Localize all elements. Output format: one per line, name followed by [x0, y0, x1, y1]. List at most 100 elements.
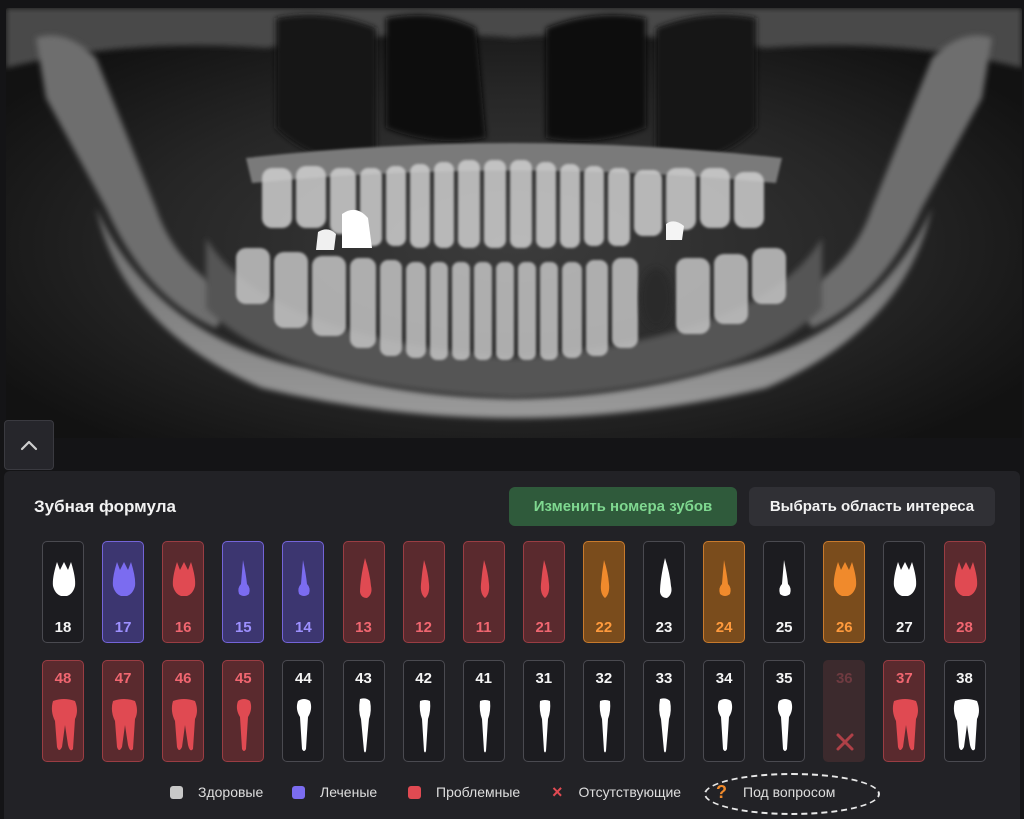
change-tooth-numbers-button[interactable]: Изменить номера зубов: [509, 487, 737, 526]
tooth-15[interactable]: 15: [222, 541, 265, 643]
tooth-21[interactable]: 21: [522, 541, 565, 643]
tooth-47[interactable]: 47: [102, 660, 145, 762]
molar-icon: [894, 562, 917, 596]
tooth-34[interactable]: 34: [703, 660, 746, 762]
select-region-of-interest-button[interactable]: Выбрать область интереса: [749, 487, 995, 526]
tooth-number: 44: [295, 670, 312, 687]
canine-icon: [359, 558, 371, 598]
tooth-number: 32: [595, 670, 613, 687]
tooth-number: 42: [415, 670, 432, 687]
tooth-41[interactable]: 41: [462, 660, 505, 762]
tooth-45[interactable]: 45: [222, 660, 265, 762]
tooth-28[interactable]: 28: [943, 541, 986, 643]
tooth-number: 31: [535, 670, 553, 687]
tooth-number: 16: [174, 619, 192, 636]
premolar-icon: [297, 699, 312, 751]
tooth-number: 41: [475, 670, 493, 687]
tooth-42[interactable]: 42: [402, 660, 445, 762]
tooth-number: 23: [655, 619, 673, 636]
incisor-icon: [480, 560, 489, 598]
upper-jaw-row: 18 17 16 15 14 13 12 11 21 22 23 24 25 26 27 28: [4, 541, 1020, 647]
molar-icon: [954, 562, 977, 596]
premolar-icon: [237, 699, 252, 751]
legend-item-treated: Леченые: [292, 784, 377, 800]
tooth-37[interactable]: 37: [883, 660, 926, 762]
molar-icon: [173, 562, 196, 596]
premolar-icon: [717, 699, 733, 751]
premolar-icon: [719, 560, 731, 596]
tooth-18[interactable]: 18: [42, 541, 84, 643]
chevron-up-icon: [20, 440, 38, 451]
molar-icon: [834, 562, 857, 596]
incisor-icon: [599, 700, 611, 753]
tooth-number: 35: [775, 670, 793, 687]
incisor-icon: [420, 560, 429, 598]
legend-item-healthy: Здоровые: [170, 784, 263, 800]
highlight-ellipse: [704, 773, 880, 815]
molar-icon: [52, 562, 76, 596]
healthy-swatch: [170, 785, 183, 799]
molar-icon: [112, 562, 136, 596]
tooth-24[interactable]: 24: [703, 541, 746, 643]
tooth-number: 14: [295, 619, 312, 636]
tooth-22[interactable]: 22: [582, 541, 625, 643]
collapse-panel-button[interactable]: [4, 420, 54, 470]
tooth-27[interactable]: 27: [883, 541, 926, 643]
tooth-number: 27: [896, 619, 913, 636]
legend-label: Здоровые: [198, 784, 264, 800]
tooth-25[interactable]: 25: [763, 541, 806, 643]
tooth-number: 24: [715, 619, 733, 636]
tooth-12[interactable]: 12: [402, 541, 445, 643]
tooth-44[interactable]: 44: [282, 660, 325, 762]
premolar-icon: [779, 560, 791, 596]
panel-title: Зубная формула: [34, 497, 177, 516]
incisor-icon: [419, 700, 430, 753]
tooth-number: 48: [54, 670, 72, 687]
canine-icon: [660, 558, 672, 598]
tooth-26[interactable]: 26: [823, 541, 866, 643]
tooth-number: 12: [415, 619, 432, 636]
molar-icon: [893, 699, 919, 751]
legend-label: Леченые: [320, 784, 378, 800]
tooth-number: 45: [234, 670, 252, 687]
tooth-31[interactable]: 31: [522, 660, 565, 762]
legend-item-missing: × Отсутствующие: [552, 782, 682, 802]
tooth-number: 46: [174, 670, 192, 687]
tooth-38[interactable]: 38: [943, 660, 986, 762]
missing-x-icon: [836, 733, 854, 751]
tooth-14[interactable]: 14: [282, 541, 325, 643]
problem-swatch: [408, 785, 421, 799]
tooth-23[interactable]: 23: [643, 541, 685, 643]
tooth-46[interactable]: 46: [162, 660, 205, 762]
tooth-number: 17: [114, 619, 132, 636]
tooth-11[interactable]: 11: [462, 541, 505, 643]
tooth-number: 38: [956, 670, 973, 687]
molar-icon: [172, 699, 198, 751]
tooth-48[interactable]: 48: [42, 660, 84, 762]
incisor-icon: [540, 560, 549, 598]
lower-jaw-row: 48 47 46 45 44 43 42 41 31 32 33 34 35 36 37 38: [4, 660, 1020, 766]
tooth-36[interactable]: 36: [823, 660, 866, 762]
tooth-number: 15: [234, 619, 252, 636]
panoramic-xray-image: [6, 8, 1022, 438]
tooth-33[interactable]: 33: [643, 660, 685, 762]
tooth-number: 25: [775, 619, 793, 636]
canine-icon: [659, 698, 671, 753]
tooth-35[interactable]: 35: [763, 660, 806, 762]
tooth-43[interactable]: 43: [342, 660, 385, 762]
premolar-icon: [298, 560, 311, 596]
tooth-16[interactable]: 16: [162, 541, 205, 643]
close-x-icon: ×: [552, 782, 563, 802]
tooth-13[interactable]: 13: [342, 541, 385, 643]
molar-icon: [111, 699, 138, 751]
incisor-icon: [600, 560, 610, 598]
incisor-icon: [479, 700, 490, 753]
tooth-32[interactable]: 32: [582, 660, 625, 762]
xray-graphic: [6, 8, 1022, 438]
legend-label: Отсутствующие: [578, 784, 682, 800]
tooth-number: 28: [956, 619, 973, 636]
tooth-number: 43: [355, 670, 372, 687]
tooth-number: 37: [896, 670, 913, 687]
tooth-number: 36: [835, 670, 853, 687]
tooth-17[interactable]: 17: [102, 541, 145, 643]
